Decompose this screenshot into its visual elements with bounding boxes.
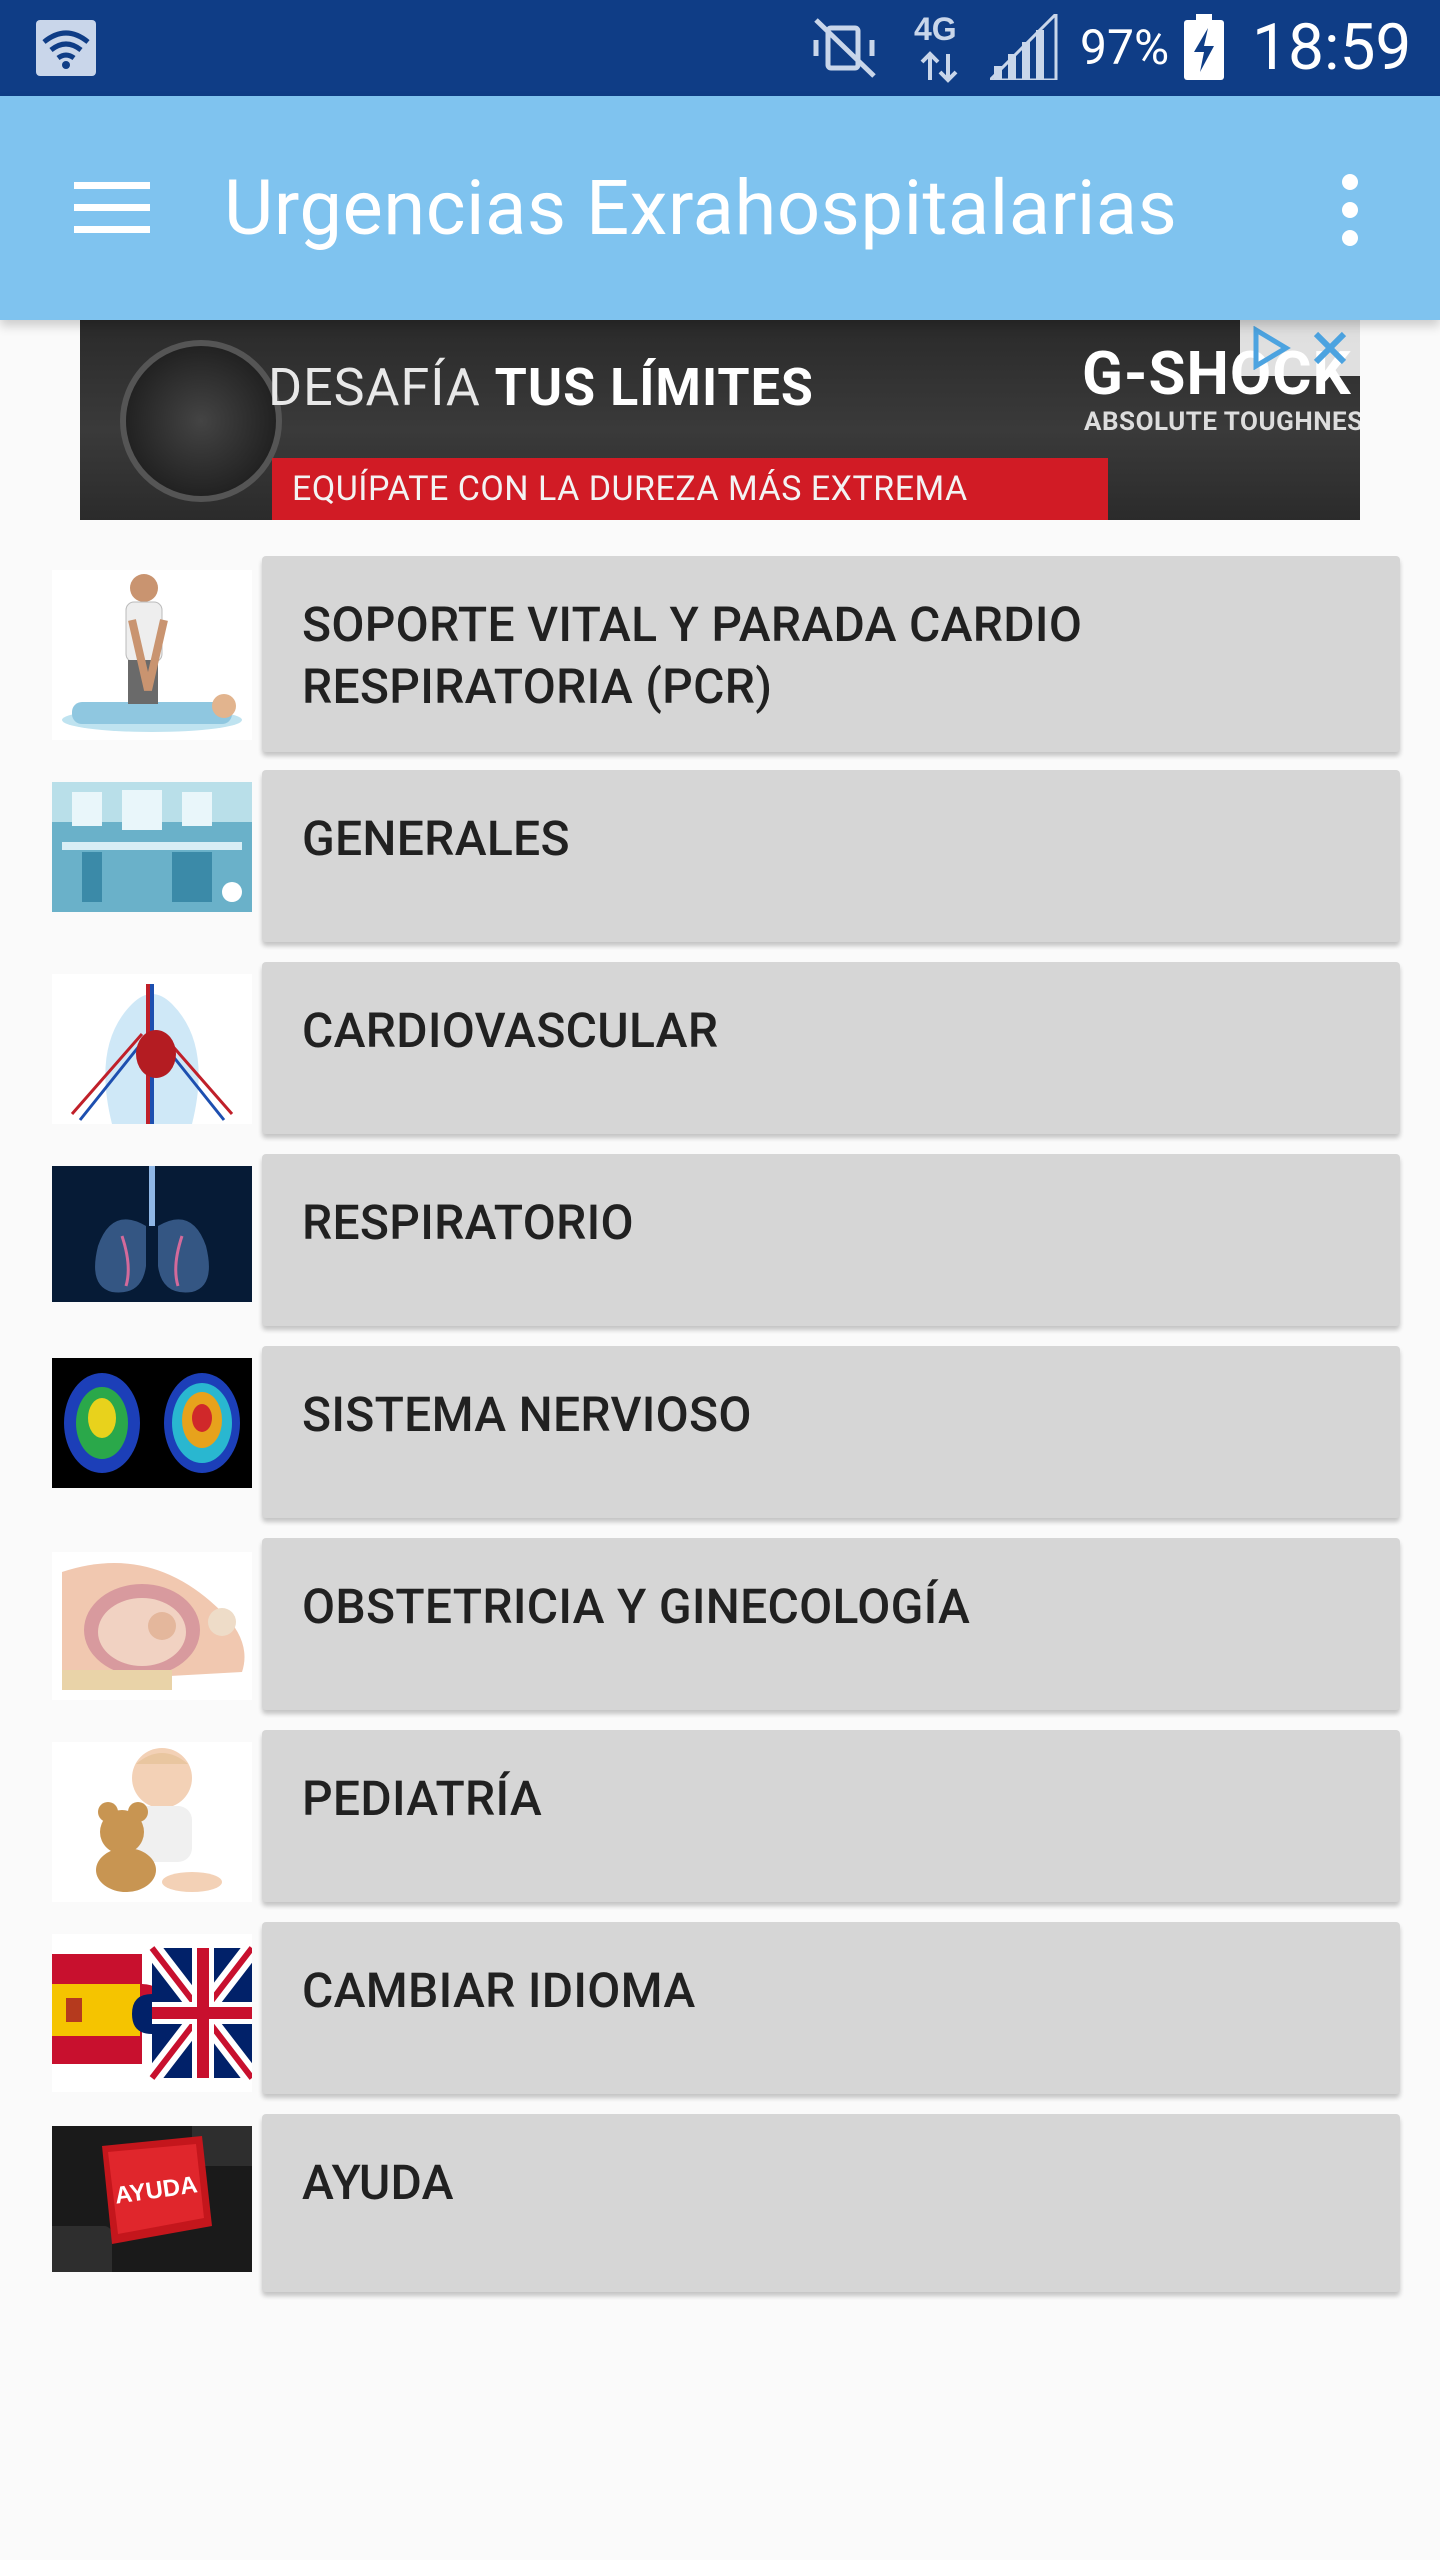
list-item: SISTEMA NERVIOSO — [52, 1346, 1402, 1526]
menu-button-respiratorio[interactable]: RESPIRATORIO — [262, 1154, 1400, 1326]
list-item: CARDIOVASCULAR — [52, 962, 1402, 1142]
menu-button-soporte-vital[interactable]: SOPORTE VITAL Y PARADA CARDIO RESPIRATOR… — [262, 556, 1400, 752]
menu-button-sistema-nervioso[interactable]: SISTEMA NERVIOSO — [262, 1346, 1400, 1518]
signal-icon — [990, 14, 1058, 80]
cpr-image — [52, 570, 252, 740]
list-item: RESPIRATORIO — [52, 1154, 1402, 1334]
list-item: OBSTETRICIA Y GINECOLOGÍA — [52, 1538, 1402, 1718]
watch-image — [120, 340, 282, 502]
list-item: SOPORTE VITAL Y PARADA CARDIO RESPIRATOR… — [52, 556, 1402, 762]
ad-banner[interactable]: DESAFÍA TUS LÍMITES EQUÍPATE CON LA DURE… — [80, 320, 1360, 520]
menu-label: RESPIRATORIO — [302, 1194, 634, 1251]
flags-puzzle-image — [52, 1934, 252, 2092]
close-icon[interactable] — [1310, 328, 1350, 368]
menu-label: CAMBIAR IDIOMA — [302, 1962, 696, 2019]
menu-label: OBSTETRICIA Y GINECOLOGÍA — [302, 1578, 971, 1635]
network-4g-icon: 4G — [914, 11, 958, 83]
ad-subline: EQUÍPATE CON LA DUREZA MÁS EXTREMA — [272, 458, 1108, 520]
list-item: AYUDA AYUDA — [52, 2114, 1402, 2304]
ad-headline-part1: DESAFÍA — [268, 357, 495, 418]
hospital-image — [52, 782, 252, 912]
menu-label: SISTEMA NERVIOSO — [302, 1386, 752, 1443]
vibrate-off-icon — [813, 18, 876, 78]
ad-headline: DESAFÍA TUS LÍMITES — [268, 356, 814, 420]
network-type-label: 4G — [914, 11, 957, 47]
menu-button-pediatria[interactable]: PEDIATRÍA — [262, 1730, 1400, 1902]
menu-label: GENERALES — [302, 810, 570, 867]
status-bar: 4G 97% 18:59 — [0, 0, 1440, 96]
menu-button-cambiar-idioma[interactable]: CAMBIAR IDIOMA — [262, 1922, 1400, 2094]
app-bar: Urgencias Exrahospitalarias — [0, 96, 1440, 320]
lungs-image — [52, 1166, 252, 1302]
baby-image — [52, 1742, 252, 1902]
menu-icon[interactable] — [72, 176, 152, 240]
list-item: PEDIATRÍA — [52, 1730, 1402, 1910]
ad-choices — [1240, 320, 1360, 376]
list-item: GENERALES — [52, 770, 1402, 950]
menu-label: SOPORTE VITAL Y PARADA CARDIO RESPIRATOR… — [302, 596, 1083, 715]
help-key-image: AYUDA — [52, 2126, 252, 2272]
battery-charging-icon — [1184, 14, 1224, 80]
page-title: Urgencias Exrahospitalarias — [224, 163, 1178, 253]
menu-button-cardiovascular[interactable]: CARDIOVASCULAR — [262, 962, 1400, 1134]
menu-button-generales[interactable]: GENERALES — [262, 770, 1400, 942]
list-item: CAMBIAR IDIOMA — [52, 1922, 1402, 2102]
battery-percent: 97% — [1080, 19, 1170, 76]
pregnancy-image — [52, 1552, 252, 1700]
wifi-icon — [36, 20, 96, 76]
status-clock: 18:59 — [1252, 10, 1412, 85]
menu-label: AYUDA — [302, 2154, 454, 2211]
ad-tagline: ABSOLUTE TOUGHNESS — [1084, 407, 1360, 437]
menu-button-obstetricia[interactable]: OBSTETRICIA Y GINECOLOGÍA — [262, 1538, 1400, 1710]
ad-headline-part2: TUS LÍMITES — [494, 357, 814, 418]
menu-button-ayuda[interactable]: AYUDA — [262, 2114, 1400, 2292]
menu-label: PEDIATRÍA — [302, 1770, 542, 1827]
more-vert-icon[interactable] — [1330, 172, 1370, 248]
circulatory-system-image — [52, 974, 252, 1124]
adchoices-icon[interactable] — [1248, 326, 1292, 370]
menu-label: CARDIOVASCULAR — [302, 1002, 719, 1059]
brain-scan-image — [52, 1358, 252, 1488]
